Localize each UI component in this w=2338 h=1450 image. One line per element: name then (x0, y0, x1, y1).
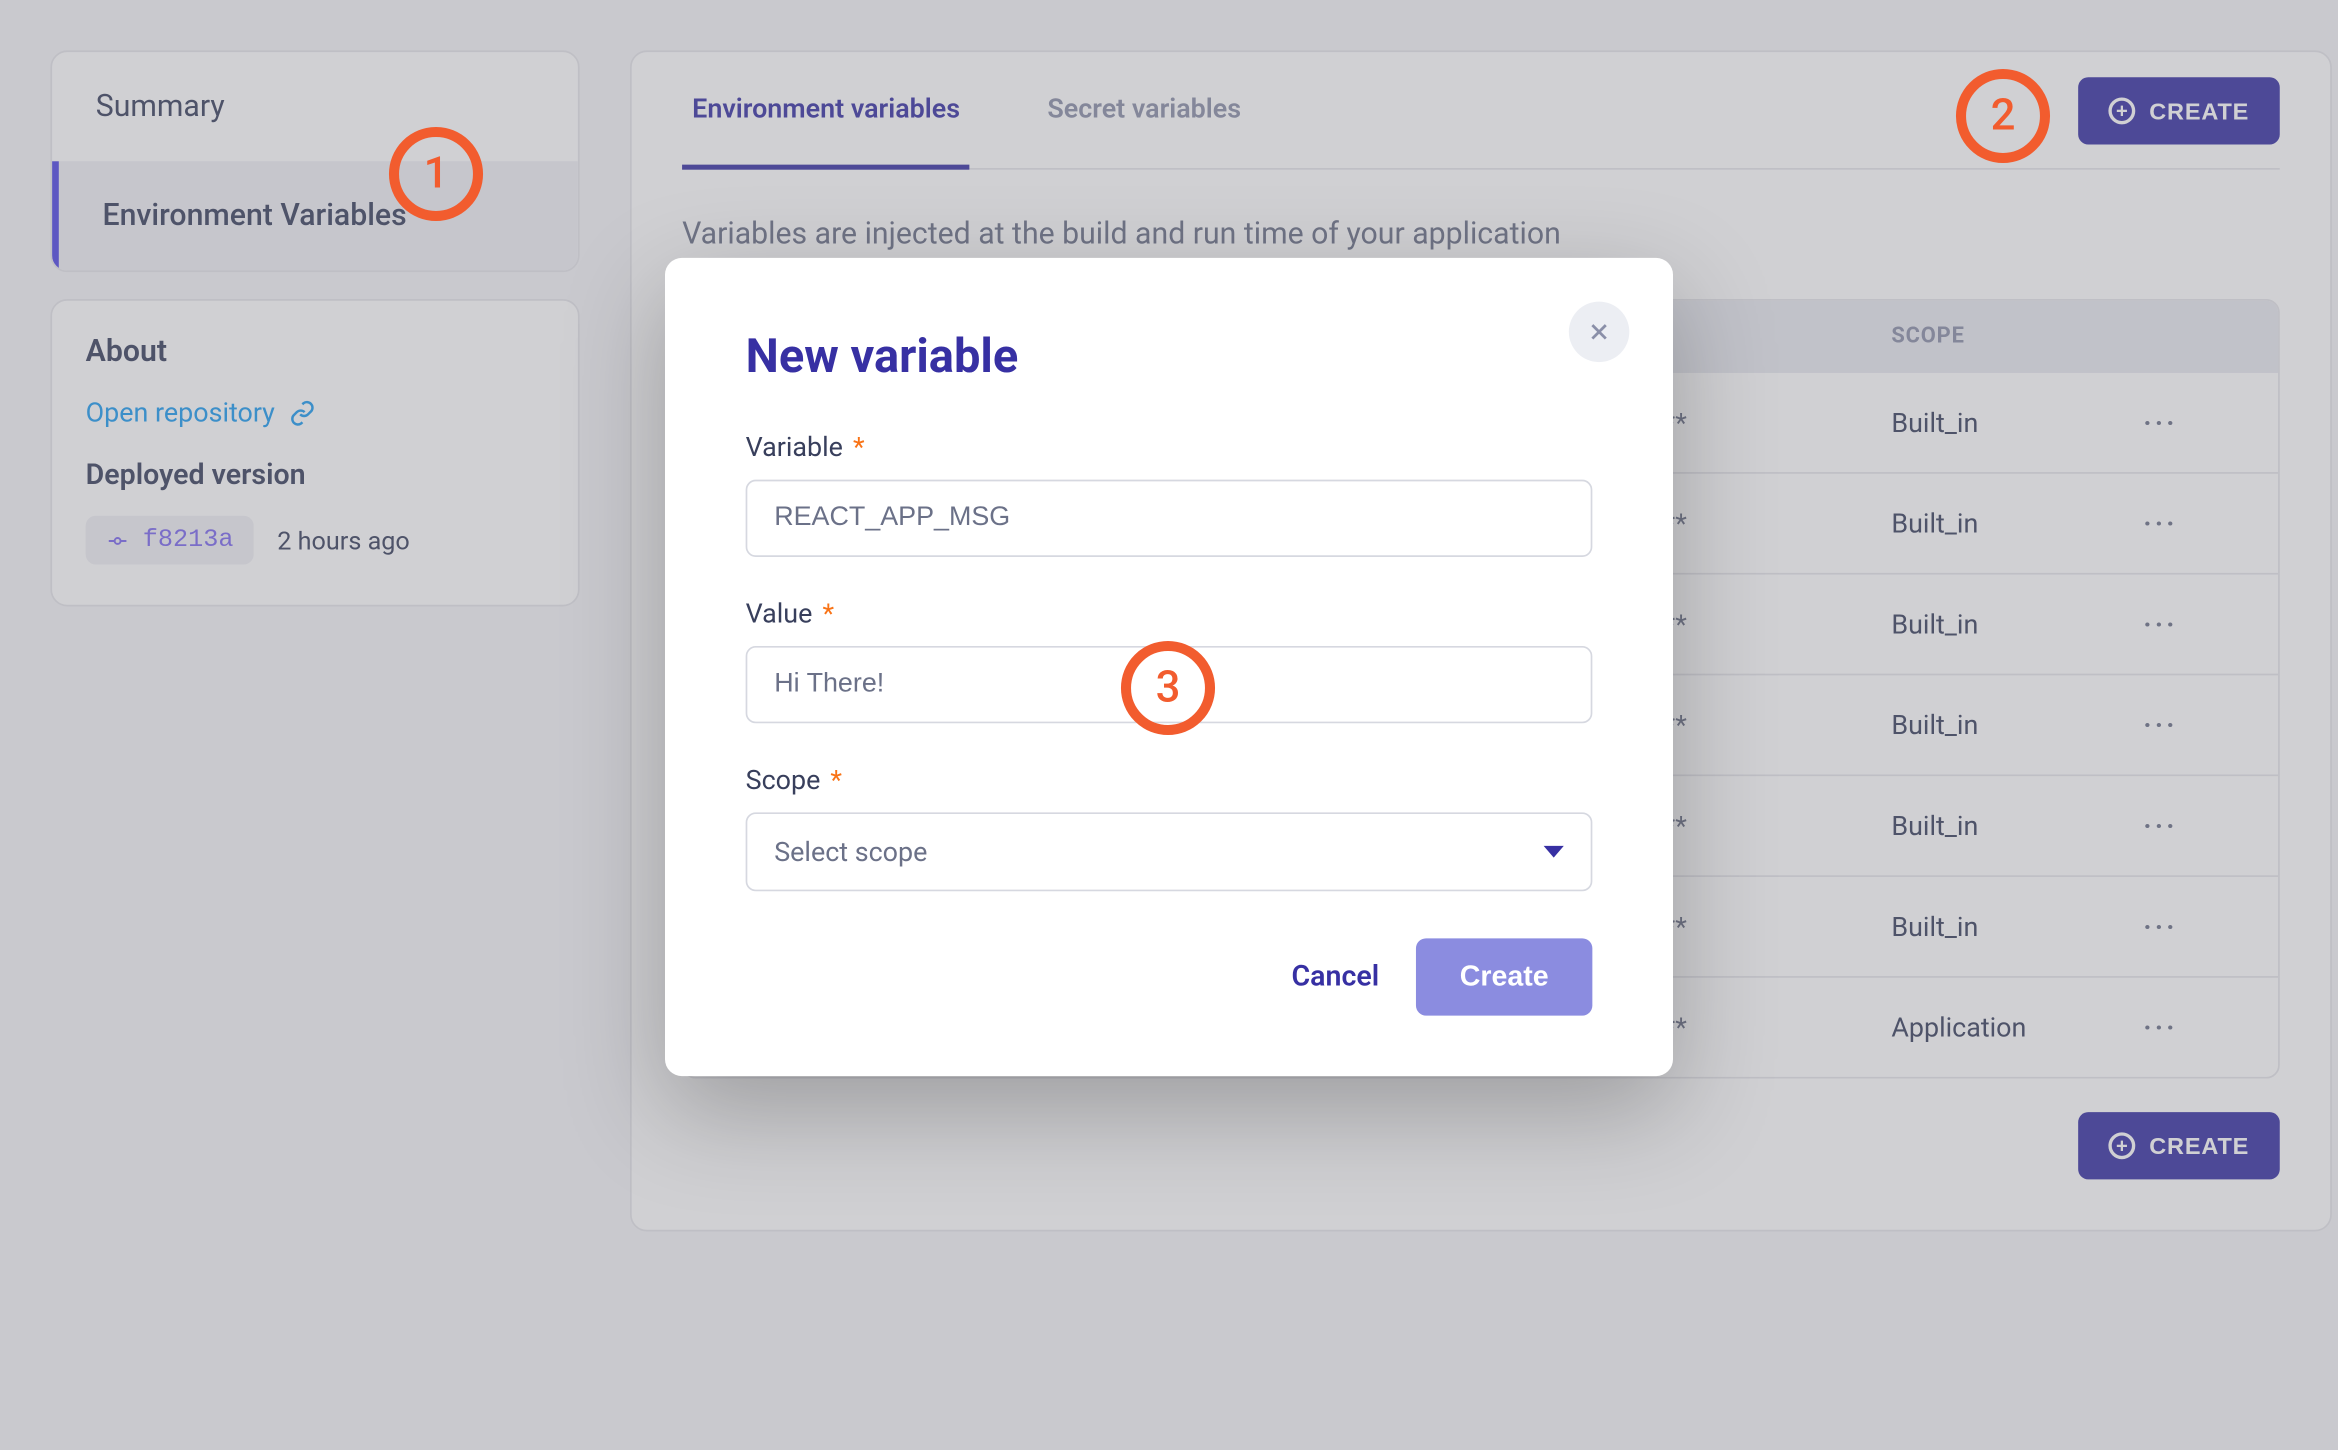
scope-field-label: Scope* (746, 764, 1593, 796)
scope-select[interactable]: Select scope (746, 812, 1593, 891)
value-field-label: Value* (746, 597, 1593, 629)
annotation-1: 1 (389, 127, 483, 221)
annotation-2: 2 (1956, 69, 2050, 163)
close-modal-button[interactable] (1569, 302, 1629, 362)
variable-field-label: Variable* (746, 431, 1593, 463)
chevron-down-icon (1544, 846, 1564, 858)
annotation-3: 3 (1121, 641, 1215, 735)
modal-title: New variable (746, 328, 1593, 383)
variable-name-input[interactable] (746, 480, 1593, 557)
cancel-button[interactable]: Cancel (1291, 960, 1379, 994)
scope-placeholder: Select scope (774, 836, 927, 868)
create-submit-button[interactable]: Create (1416, 938, 1592, 1015)
close-icon (1586, 318, 1613, 345)
modal-actions: Cancel Create (746, 938, 1593, 1015)
